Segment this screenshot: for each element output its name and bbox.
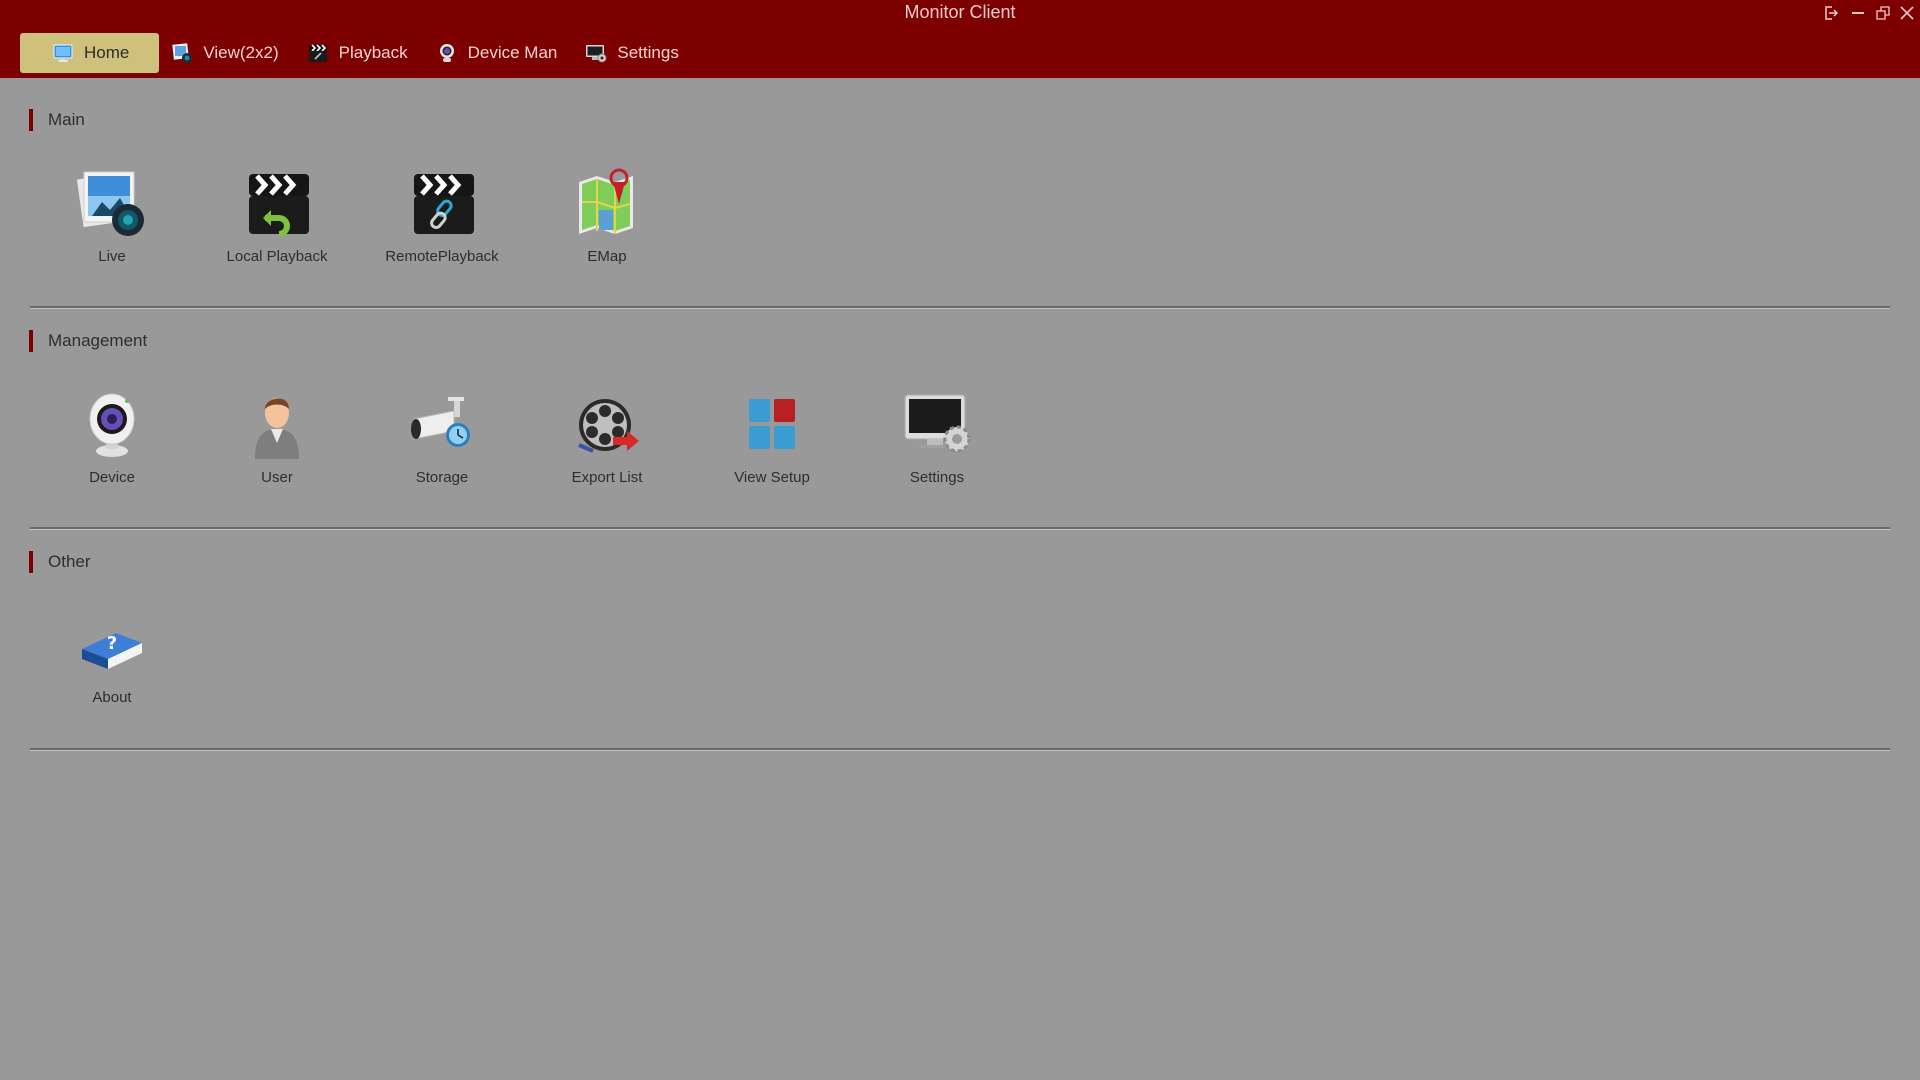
tile-about[interactable]: ? About (37, 609, 187, 719)
nav-settings-label: Settings (617, 43, 679, 62)
tile-live[interactable]: Live (37, 168, 187, 278)
section-title: Other (48, 552, 91, 571)
live-photo-camera-icon (76, 171, 144, 236)
tile-settings[interactable]: Settings (862, 389, 1012, 499)
nav-device-man-label: Device Man (467, 43, 558, 62)
nav-home-label: Home (84, 43, 130, 62)
tile-user[interactable]: User (202, 389, 352, 499)
nav-view-2x2-label: View(2x2) (203, 43, 279, 62)
clapperboard-undo-icon (249, 174, 309, 237)
clapperboard-icon (308, 44, 327, 62)
minimize-icon (1852, 12, 1864, 14)
tile-emap[interactable]: EMap (532, 168, 682, 278)
close-icon (1900, 6, 1914, 20)
section-marker (29, 109, 33, 131)
section-main-heading: Main (29, 107, 85, 133)
help-book-icon: ? (82, 633, 142, 669)
window-title: Monitor Client (904, 2, 1016, 22)
grid-layout-icon (749, 399, 795, 449)
restore-button[interactable] (1872, 2, 1894, 24)
tile-label: Export List (571, 469, 643, 486)
nav-home[interactable]: Home (20, 33, 160, 73)
tile-view-setup[interactable]: View Setup (697, 389, 847, 499)
tile-label: EMap (587, 248, 627, 265)
tile-label: Storage (415, 469, 469, 486)
section-divider (30, 748, 1890, 751)
monitor-icon (53, 44, 73, 62)
minimize-button[interactable] (1847, 2, 1869, 24)
tile-label: Live (98, 248, 126, 265)
section-title: Main (48, 110, 85, 129)
user-icon (255, 398, 299, 459)
monitor-gear-icon (904, 394, 971, 453)
monitor-gear-icon (586, 45, 607, 63)
nav-view-2x2[interactable]: View(2x2) (171, 33, 292, 73)
section-divider (30, 527, 1890, 530)
section-marker (29, 330, 33, 352)
photo-camera-icon (172, 43, 193, 63)
tile-label: About (92, 689, 132, 706)
section-title: Management (48, 331, 148, 350)
logout-icon (1825, 6, 1839, 20)
tile-label: Settings (909, 469, 965, 486)
section-management-heading: Management (29, 328, 147, 354)
nav-playback-label: Playback (338, 43, 408, 62)
film-reel-export-icon (578, 399, 639, 453)
tile-label: Device (89, 469, 135, 486)
main-nav: Home View(2x2) Playback Device Man Setti… (20, 33, 707, 73)
bullet-camera-clock-icon (411, 397, 470, 447)
tile-label: User (261, 469, 293, 486)
nav-playback[interactable]: Playback (307, 33, 422, 73)
tile-local-playback[interactable]: Local Playback (202, 168, 352, 278)
tile-label: View Setup (734, 469, 810, 486)
clapperboard-link-icon (414, 174, 474, 234)
title-bar: Monitor Client Home View(2x2) Playback D… (0, 0, 1920, 78)
nav-settings[interactable]: Settings (585, 33, 692, 73)
section-marker (29, 551, 33, 573)
tile-device[interactable]: Device (37, 389, 187, 499)
logout-button[interactable] (1820, 2, 1842, 24)
restore-icon (1876, 6, 1890, 20)
svg-text:?: ? (107, 633, 117, 654)
section-other-heading: Other (29, 549, 91, 575)
tile-label: RemotePlayback (385, 248, 499, 265)
tile-remote-playback[interactable]: RemotePlayback (367, 168, 517, 278)
tile-storage[interactable]: Storage (367, 389, 517, 499)
tile-label: Local Playback (226, 248, 328, 265)
section-divider (30, 306, 1890, 309)
tile-export-list[interactable]: Export List (532, 389, 682, 499)
webcam-icon (89, 393, 135, 457)
map-pin-icon (579, 168, 633, 234)
webcam-icon (439, 44, 454, 62)
close-button[interactable] (1896, 2, 1918, 24)
nav-device-man[interactable]: Device Man (436, 33, 572, 73)
